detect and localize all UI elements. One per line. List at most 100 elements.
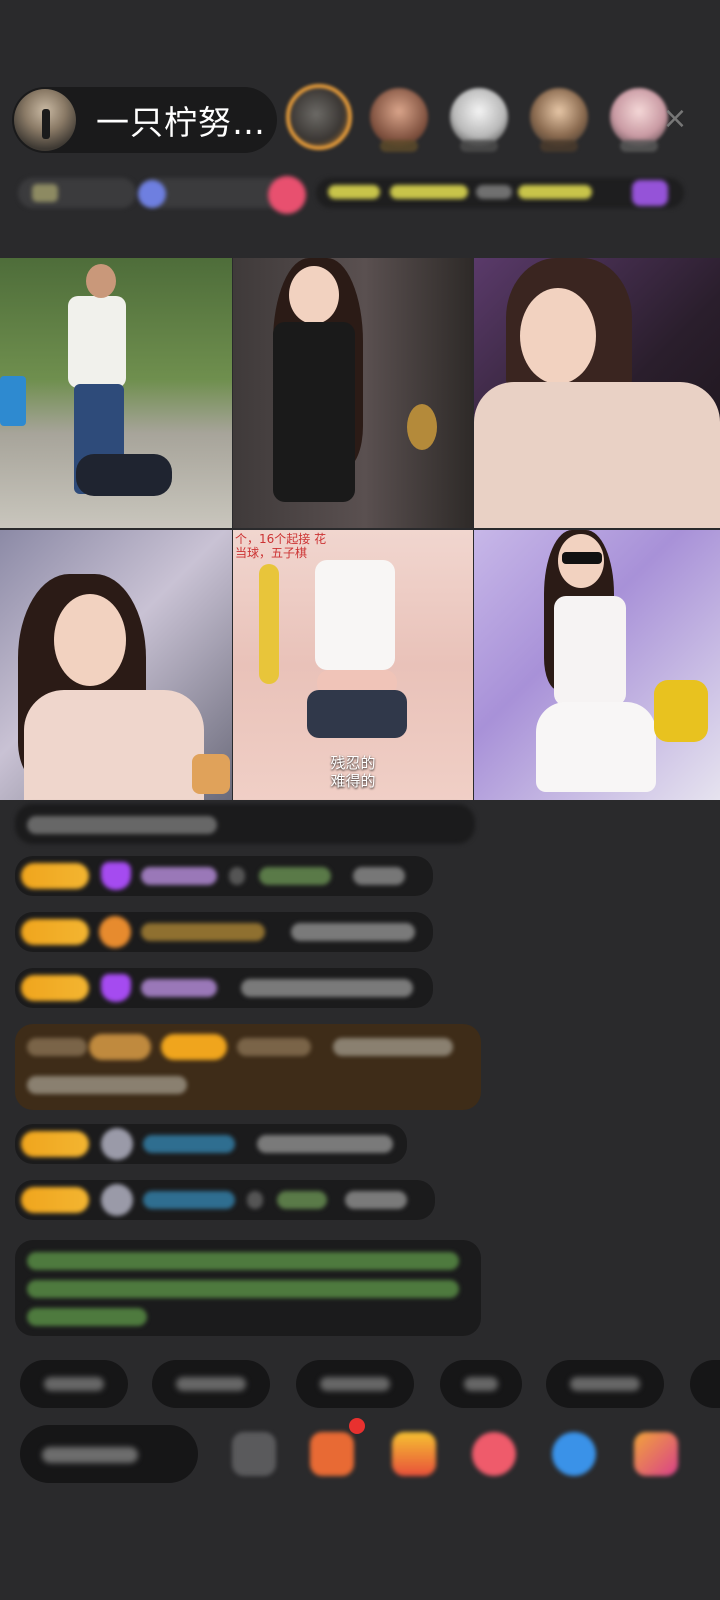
notice-text [27, 1308, 147, 1326]
host-name: 一只柠努… [96, 103, 266, 142]
tile-top-caption-line: 个，16个起接 花 [235, 532, 327, 546]
tag-text-blob [476, 185, 512, 199]
top-viewers-list [286, 84, 690, 152]
quick-chip[interactable] [296, 1360, 414, 1408]
person-figure [273, 322, 355, 502]
person-figure [474, 382, 720, 528]
share-icon[interactable] [552, 1432, 596, 1476]
sticker-icon [192, 754, 230, 794]
notification-dot [349, 1418, 365, 1434]
chat-text [27, 1076, 187, 1094]
viewer-avatar[interactable] [530, 88, 588, 152]
person-figure [68, 296, 126, 388]
person-figure [554, 596, 626, 706]
chat-message[interactable] [15, 1180, 435, 1220]
gift-icon[interactable] [392, 1432, 436, 1476]
level-badge [21, 919, 89, 945]
tag-icon [632, 180, 668, 206]
chat-text [259, 867, 331, 885]
fan-badge-icon [99, 916, 131, 948]
live-tag-icon [138, 180, 166, 208]
chat-username [141, 979, 217, 997]
chat-message[interactable] [15, 912, 433, 952]
emoji-icon[interactable] [232, 1432, 276, 1476]
guest-video-tile[interactable] [0, 258, 232, 528]
gift-box-icon[interactable] [310, 1432, 354, 1476]
multi-guest-video-grid: 个，16个起接 花 当球，五子棋 残忍的 难得的 [0, 258, 720, 800]
chat-text [291, 923, 415, 941]
guest-video-tile[interactable] [474, 258, 720, 528]
chat-text [237, 1038, 311, 1056]
chat-message[interactable] [15, 968, 433, 1008]
person-head [86, 264, 116, 298]
chat-username [141, 923, 265, 941]
guest-video-tile[interactable] [474, 530, 720, 800]
system-notice [15, 1240, 481, 1336]
quick-reply-chips [0, 1360, 720, 1410]
tile-caption-line: 难得的 [330, 772, 376, 790]
chat-message[interactable] [15, 856, 433, 896]
person-head [289, 266, 339, 324]
chat-username [143, 1191, 235, 1209]
ground-object [76, 454, 172, 496]
viewer-avatar[interactable] [286, 84, 352, 150]
chat-username [27, 1038, 87, 1056]
guest-video-tile[interactable]: 个，16个起接 花 当球，五子棋 残忍的 难得的 [233, 530, 473, 800]
chat-username [143, 1135, 235, 1153]
level-badge [89, 1034, 151, 1060]
chat-message[interactable] [15, 1124, 407, 1164]
close-icon[interactable]: × [660, 104, 690, 134]
tag-text-blob [328, 185, 380, 199]
chat-text [353, 867, 405, 885]
chat-username [141, 867, 217, 885]
quick-chip[interactable] [440, 1360, 522, 1408]
user-avatar [101, 1184, 133, 1216]
chat-text [345, 1191, 407, 1209]
quick-chip[interactable] [546, 1360, 664, 1408]
gem-icon [101, 974, 131, 1002]
tag-text-blob [518, 185, 592, 199]
tile-top-caption: 个，16个起接 花 当球，五子棋 [233, 532, 326, 560]
gem-icon [101, 862, 131, 890]
chat-message[interactable] [15, 804, 475, 844]
interaction-icon[interactable] [472, 1432, 516, 1476]
more-icon[interactable] [634, 1432, 678, 1476]
chat-text [333, 1038, 453, 1056]
live-info-row[interactable] [18, 170, 690, 218]
chat-text [241, 979, 413, 997]
guest-video-tile[interactable] [0, 530, 232, 800]
viewer-avatar[interactable] [450, 88, 508, 152]
person-head [520, 288, 596, 384]
chat-text [229, 867, 245, 885]
person-shorts [307, 690, 407, 738]
person-head [54, 594, 126, 686]
tile-caption: 残忍的 难得的 [233, 754, 473, 790]
level-badge [21, 1187, 89, 1213]
tag-text-blob [390, 185, 468, 199]
lamp-decoration [407, 404, 437, 450]
user-avatar [101, 1128, 133, 1160]
host-info-pill[interactable]: 一只柠努… [12, 87, 277, 153]
level-badge [21, 863, 89, 889]
glasses-icon [562, 552, 602, 564]
person-figure [24, 690, 204, 800]
tile-top-caption-line: 当球，五子棋 [235, 546, 308, 560]
guest-video-tile[interactable] [233, 258, 473, 528]
person-arm [259, 564, 279, 684]
comment-input[interactable] [20, 1425, 198, 1483]
chat-text [277, 1191, 327, 1209]
gift-badge-icon [268, 176, 306, 214]
quick-chip[interactable] [152, 1360, 270, 1408]
person-skirt [536, 702, 656, 792]
person-figure [315, 560, 395, 670]
chat-message-highlighted[interactable] [15, 1024, 481, 1110]
level-badge [21, 975, 89, 1001]
live-tag-icon [32, 184, 58, 202]
chat-text [27, 816, 217, 834]
host-avatar[interactable] [14, 89, 76, 151]
viewer-avatar[interactable] [370, 88, 428, 152]
tile-caption-line: 残忍的 [330, 754, 376, 772]
level-badge [161, 1034, 227, 1060]
quick-chip[interactable] [20, 1360, 128, 1408]
quick-chip[interactable] [690, 1360, 720, 1408]
